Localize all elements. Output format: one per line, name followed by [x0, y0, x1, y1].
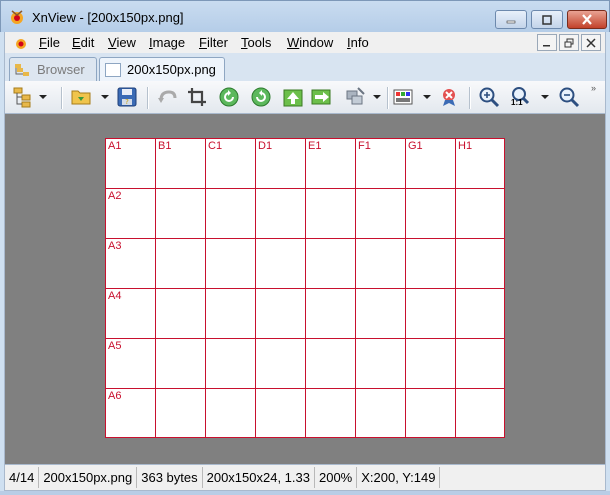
zoom-actual-button[interactable]: 1:1 [509, 85, 533, 109]
window-bottom-edge [0, 491, 610, 495]
maximize-button[interactable] [531, 10, 563, 29]
grid-horizontal-line [105, 437, 505, 438]
mdi-close-button[interactable] [581, 34, 601, 51]
browser-folder-icon [15, 63, 29, 76]
rotate-left-button[interactable] [217, 85, 241, 109]
close-image-icon [443, 89, 455, 106]
color-adjust-button[interactable] [391, 85, 415, 109]
save-button[interactable]: ? [115, 85, 139, 109]
title-bar: XnView - [200x150px.png] [0, 0, 610, 32]
menu-info[interactable]: Info [347, 35, 369, 50]
next-image-icon [311, 89, 331, 105]
toolbar: ? 1:1 » [4, 81, 606, 114]
tools-button[interactable] [343, 85, 367, 109]
cell-label: A6 [108, 390, 122, 402]
menu-image[interactable]: Image [149, 35, 185, 50]
menu-edit[interactable]: Edit [72, 35, 94, 50]
cell-label: D1 [258, 140, 273, 152]
image-viewer[interactable]: A1 B1 C1 D1 E1 F1 G1 H1 A2 A3 A4 A5 A6 [4, 114, 606, 464]
grid-horizontal-line [105, 238, 505, 239]
mdi-restore-icon [564, 38, 574, 47]
grid-horizontal-line [105, 338, 505, 339]
save-icon: ? [117, 87, 137, 107]
zoom-out-icon [559, 87, 580, 108]
folder-tree-icon [13, 87, 31, 108]
previous-image-button[interactable] [281, 85, 305, 109]
rotate-left-icon [219, 87, 239, 107]
mdi-restore-button[interactable] [559, 34, 579, 51]
window-title: XnView - [200x150px.png] [32, 10, 184, 25]
open-folder-button[interactable] [69, 85, 93, 109]
mdi-minimize-button[interactable] [537, 34, 557, 51]
undo-button[interactable] [155, 85, 179, 109]
undo-icon [158, 90, 177, 103]
close-icon [582, 14, 592, 25]
previous-image-icon [283, 89, 303, 107]
zoom-in-icon [479, 87, 500, 108]
svg-text:?: ? [125, 98, 129, 106]
grid-horizontal-line [105, 388, 505, 389]
next-image-button[interactable] [309, 85, 333, 109]
menu-tools[interactable]: Tools [241, 35, 271, 50]
grid-horizontal-line [105, 138, 505, 139]
minimize-icon [506, 20, 516, 23]
tab-browser-label: Browser [37, 62, 85, 77]
menu-bar: File Edit View Image Filter Tools Window… [4, 32, 606, 53]
tab-image-file[interactable]: 200x150px.png [99, 57, 225, 81]
tab-bar: Browser 200x150px.png [4, 53, 606, 81]
cell-label: G1 [408, 140, 423, 152]
status-index: 4/14 [5, 467, 40, 488]
tools-icon [346, 87, 365, 105]
rotate-right-button[interactable] [249, 85, 273, 109]
open-folder-icon [71, 90, 91, 105]
cell-label: B1 [158, 140, 172, 152]
folder-tree-button[interactable] [11, 85, 35, 109]
status-bar: 4/14 200x150px.png 363 bytes 200x150x24,… [4, 464, 606, 491]
cell-label: H1 [458, 140, 473, 152]
cell-label: E1 [308, 140, 322, 152]
mdi-close-icon [586, 37, 596, 48]
status-filesize: 363 bytes [137, 467, 203, 488]
cell-label: A2 [108, 190, 122, 202]
mdi-minimize-icon [543, 44, 550, 46]
cell-label: F1 [358, 140, 371, 152]
zoom-actual-label: 1:1 [511, 98, 523, 107]
status-zoom: 200% [315, 467, 358, 488]
toolbar-overflow-button[interactable]: » [591, 83, 596, 93]
cell-label: A4 [108, 290, 122, 302]
tab-browser[interactable]: Browser [9, 57, 97, 81]
cell-label: A3 [108, 240, 122, 252]
cell-label: C1 [208, 140, 223, 152]
close-image-button[interactable] [437, 85, 461, 109]
document-menu-icon[interactable] [13, 35, 29, 51]
menu-file[interactable]: File [39, 35, 60, 50]
status-filename: 200x150px.png [39, 467, 138, 488]
color-adjust-icon [393, 89, 413, 105]
rotate-right-icon [251, 87, 271, 107]
cell-label: A1 [108, 140, 122, 152]
zoom-out-button[interactable] [557, 85, 581, 109]
menu-filter[interactable]: Filter [199, 35, 228, 50]
minimize-button[interactable] [495, 10, 527, 29]
image-canvas: A1 B1 C1 D1 E1 F1 G1 H1 A2 A3 A4 A5 A6 [105, 138, 505, 438]
close-button[interactable] [567, 10, 607, 29]
image-file-icon [105, 62, 121, 77]
crop-button[interactable] [185, 85, 209, 109]
status-dimensions: 200x150x24, 1.33 [203, 467, 315, 488]
xnview-logo-icon [11, 10, 23, 24]
zoom-in-button[interactable] [477, 85, 501, 109]
status-cursor: X:200, Y:149 [357, 467, 441, 488]
cell-label: A5 [108, 340, 122, 352]
tab-image-label: 200x150px.png [127, 62, 216, 77]
menu-view[interactable]: View [108, 35, 136, 50]
menu-window[interactable]: Window [287, 35, 333, 50]
maximize-icon [542, 14, 552, 25]
grid-horizontal-line [105, 188, 505, 189]
grid-horizontal-line [105, 288, 505, 289]
crop-icon [188, 88, 206, 106]
